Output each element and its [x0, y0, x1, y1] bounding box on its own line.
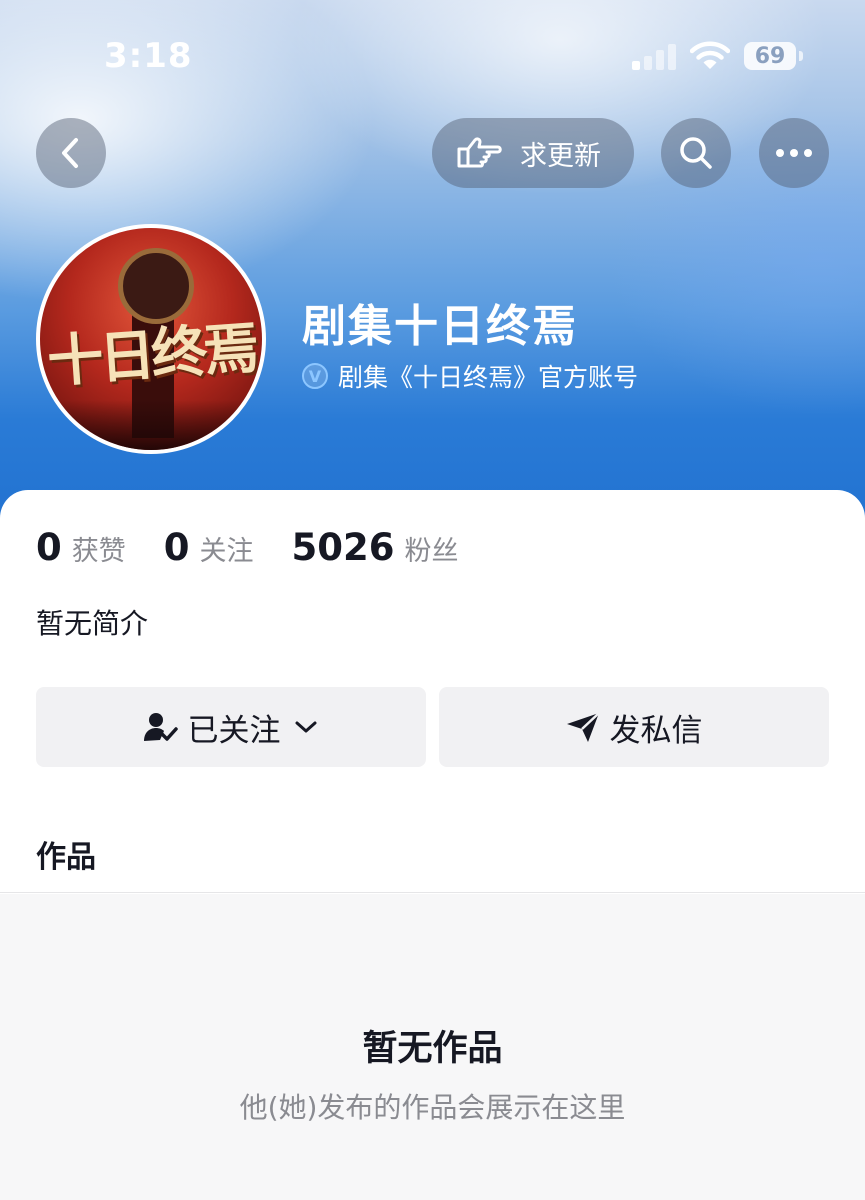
profile-name: 剧集十日终焉: [302, 301, 578, 352]
empty-works-title: 暂无作品: [362, 1029, 503, 1069]
status-bar: 3:18 69: [0, 0, 865, 110]
verified-badge-icon: V: [302, 363, 328, 389]
section-divider: [0, 892, 865, 893]
cellular-signal-icon: [632, 44, 676, 70]
more-options-button[interactable]: [759, 118, 829, 188]
user-check-icon: [143, 713, 178, 741]
empty-works-subtitle: 他(她)发布的作品会展示在这里: [239, 1091, 626, 1124]
pointing-hand-icon: [457, 137, 502, 168]
battery-level: 69: [754, 43, 786, 69]
chevron-left-icon: [62, 138, 78, 168]
stat-label: 获赞: [71, 536, 126, 567]
profile-avatar[interactable]: 十日终焉: [36, 224, 266, 454]
stat-label: 关注: [199, 536, 254, 567]
profile-stats: 0 获赞 0 关注 5026 粉丝: [36, 526, 496, 569]
avatar-poster-title: 十日终焉: [45, 314, 258, 396]
search-button[interactable]: [661, 118, 731, 188]
verified-info: V 剧集《十日终焉》官方账号: [302, 358, 638, 394]
stat-value: 5026: [291, 526, 395, 569]
following-label: 已关注: [187, 712, 281, 749]
stat-following[interactable]: 0 关注: [164, 526, 254, 569]
profile-bio: 暂无简介: [36, 607, 149, 640]
battery-indicator: 69: [744, 42, 796, 70]
status-time: 3:18: [104, 36, 193, 76]
send-message-label: 发私信: [609, 712, 703, 749]
verified-text: 剧集《十日终焉》官方账号: [338, 363, 639, 392]
works-section-title[interactable]: 作品: [36, 832, 96, 876]
stat-label: 粉丝: [404, 536, 459, 567]
request-update-button[interactable]: 求更新: [432, 118, 634, 188]
stat-value: 0: [163, 526, 190, 569]
paper-plane-icon: [566, 712, 600, 742]
battery-tip: [799, 51, 803, 61]
chevron-down-icon: [295, 721, 316, 733]
stat-followers[interactable]: 5026 粉丝: [292, 526, 459, 569]
send-message-button[interactable]: 发私信: [439, 687, 829, 767]
back-button[interactable]: [36, 118, 106, 188]
following-button[interactable]: 已关注: [36, 687, 426, 767]
avatar-poster-crowd: [40, 400, 262, 450]
stat-value: 0: [36, 526, 62, 569]
wifi-icon: [690, 41, 730, 69]
search-icon: [680, 137, 712, 169]
request-update-label: 求更新: [520, 140, 601, 172]
stat-likes[interactable]: 0 获赞: [36, 526, 126, 569]
ellipsis-icon: [776, 149, 812, 157]
